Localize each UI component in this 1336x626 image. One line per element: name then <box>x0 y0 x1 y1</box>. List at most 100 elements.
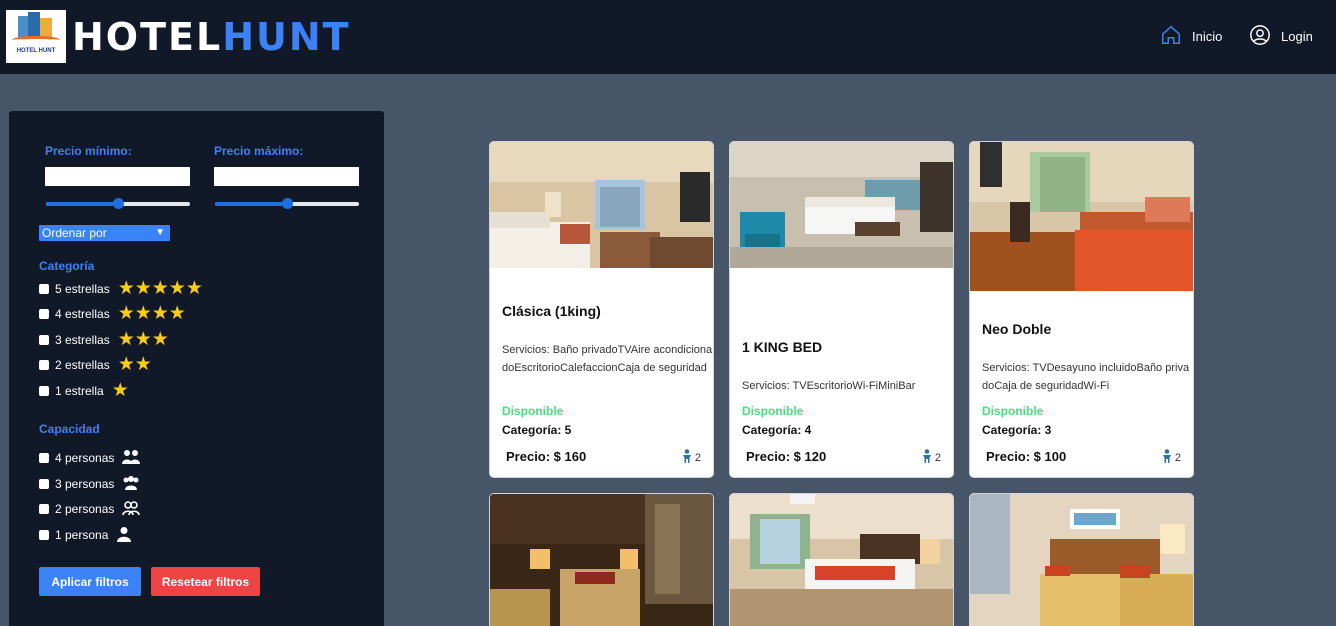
checkbox[interactable] <box>39 360 49 370</box>
room-status: Disponible <box>742 404 804 418</box>
apply-filters-button[interactable]: Aplicar filtros <box>39 567 141 596</box>
logo[interactable]: HOTEL HUNT <box>6 10 66 63</box>
room-capacity-value: 2 <box>694 451 701 464</box>
checkbox[interactable] <box>39 530 49 540</box>
category-option-1[interactable]: 1 estrella ★ <box>39 381 129 401</box>
room-image <box>730 142 953 268</box>
room-card[interactable]: Neo Doble Servicios: TVDesayuno incluido… <box>969 141 1194 478</box>
capacity-label: 2 personas <box>55 502 115 516</box>
room-card[interactable]: Clásica (1king) Servicios: Baño privadoT… <box>489 141 714 478</box>
nav-login-link[interactable]: Login <box>1249 24 1313 49</box>
checkbox[interactable] <box>39 504 49 514</box>
star-icon: ★★ <box>117 354 152 375</box>
nav-inicio-link[interactable]: Inicio <box>1160 24 1222 49</box>
filters-sidebar: Precio mínimo: Precio máximo: Ordenar po… <box>9 111 384 626</box>
room-capacity-value: 2 <box>934 451 941 464</box>
capacity-title: Capacidad <box>39 422 100 436</box>
room-price: Precio: $ 120 <box>746 449 827 464</box>
room-image <box>970 494 1193 626</box>
room-price: Precio: $ 100 <box>986 449 1067 464</box>
checkbox[interactable] <box>39 309 49 319</box>
room-card[interactable] <box>489 493 714 626</box>
checkbox[interactable] <box>39 335 49 345</box>
room-status: Disponible <box>982 404 1044 418</box>
room-status: Disponible <box>502 404 564 418</box>
max-price-slider[interactable] <box>215 198 359 209</box>
category-label: 3 estrellas <box>55 333 110 347</box>
category-label: 5 estrellas <box>55 282 110 296</box>
min-price-slider[interactable] <box>46 198 190 209</box>
nav-inicio-label: Inicio <box>1192 29 1223 44</box>
category-option-3[interactable]: 3 estrellas ★★★ <box>39 330 169 350</box>
category-title: Categoría <box>39 259 95 273</box>
room-title[interactable]: 1 KING BED <box>742 339 822 355</box>
room-card[interactable] <box>969 493 1194 626</box>
capacity-option-4[interactable]: 4 personas <box>39 448 141 468</box>
slider-fill <box>215 202 287 206</box>
checkbox[interactable] <box>39 386 49 396</box>
person-icon <box>921 449 933 466</box>
capacity-label: 1 persona <box>55 528 109 542</box>
max-price-label: Precio máximo: <box>214 144 304 158</box>
checkbox[interactable] <box>39 479 49 489</box>
room-image <box>490 142 713 268</box>
capacity-option-2[interactable]: 2 personas <box>39 499 141 519</box>
logo-roof-graphic <box>12 36 60 44</box>
room-category: Categoría: 5 <box>502 423 572 437</box>
room-category: Categoría: 4 <box>742 423 812 437</box>
person-icon <box>1161 449 1173 466</box>
room-capacity: 2 <box>921 449 941 466</box>
room-title[interactable]: Neo Doble <box>982 321 1051 337</box>
people-group-icon <box>122 475 140 494</box>
checkbox[interactable] <box>39 453 49 463</box>
home-icon <box>1160 24 1182 49</box>
reset-filters-button[interactable]: Resetear filtros <box>151 567 260 596</box>
min-price-label: Precio mínimo: <box>45 144 132 158</box>
top-navbar: HOTEL HUNT HOTELHUNT Inicio Login <box>0 0 1336 74</box>
room-card[interactable] <box>729 493 954 626</box>
room-services: Servicios: TVDesayuno incluidoBaño priva… <box>982 362 1190 392</box>
slider-thumb[interactable] <box>282 198 293 209</box>
room-capacity: 2 <box>681 449 701 466</box>
category-label: 2 estrellas <box>55 358 110 372</box>
people-group-icon <box>122 449 141 468</box>
capacity-option-1[interactable]: 1 persona <box>39 525 132 545</box>
capacity-label: 3 personas <box>55 477 115 491</box>
room-card[interactable]: 1 KING BED Servicios: TVEscritorioWi-FiM… <box>729 141 954 478</box>
capacity-option-3[interactable]: 3 personas <box>39 474 140 494</box>
category-label: 1 estrella <box>55 384 104 398</box>
brand-title[interactable]: HOTELHUNT <box>72 14 351 60</box>
user-circle-icon <box>1249 24 1271 49</box>
nav-login-label: Login <box>1281 29 1313 44</box>
max-price-input[interactable] <box>214 167 359 186</box>
brand-part-1: HOTEL <box>72 15 223 59</box>
star-icon: ★★★★★ <box>117 278 203 299</box>
slider-thumb[interactable] <box>113 198 124 209</box>
room-services: Servicios: Baño privadoTVAire acondicion… <box>502 344 713 374</box>
room-image <box>730 494 953 626</box>
checkbox[interactable] <box>39 284 49 294</box>
order-by-label: Ordenar por <box>42 226 107 240</box>
room-capacity: 2 <box>1161 449 1181 466</box>
capacity-label: 4 personas <box>55 451 115 465</box>
room-capacity-value: 2 <box>1174 451 1181 464</box>
category-option-5[interactable]: 5 estrellas ★★★★★ <box>39 279 203 299</box>
star-icon: ★★★ <box>117 329 169 350</box>
brand-part-2: HUNT <box>222 15 351 59</box>
category-option-2[interactable]: 2 estrellas ★★ <box>39 355 152 375</box>
slider-fill <box>46 202 118 206</box>
room-price: Precio: $ 160 <box>506 449 587 464</box>
person-icon <box>681 449 693 466</box>
room-title[interactable]: Clásica (1king) <box>502 303 601 319</box>
min-price-input[interactable] <box>45 167 190 186</box>
people-pair-icon <box>122 500 141 519</box>
room-category: Categoría: 3 <box>982 423 1052 437</box>
person-icon <box>116 526 132 545</box>
room-image <box>970 142 1193 291</box>
order-by-select[interactable]: Ordenar por ▼ <box>39 225 170 241</box>
room-services: Servicios: TVEscritorioWi-FiMiniBar <box>742 380 916 392</box>
star-icon: ★ <box>111 380 129 401</box>
chevron-down-icon: ▼ <box>155 227 165 238</box>
category-option-4[interactable]: 4 estrellas ★★★★ <box>39 304 186 324</box>
logo-text: HOTEL HUNT <box>16 48 56 54</box>
